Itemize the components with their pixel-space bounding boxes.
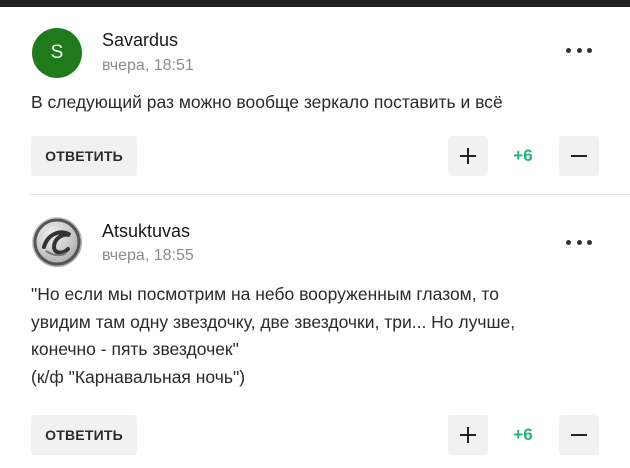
comment-author[interactable]: Atsuktuvas [102,221,190,242]
comment-text-line: конечно - пять звездочек" [31,339,239,359]
avatar-letter: S [50,42,64,63]
plus-icon [460,427,476,443]
comment-text-line: увидим там одну звездочку, две звездочки… [31,311,516,332]
comment-author[interactable]: Savardus [102,30,178,51]
comment-time: вчера, 18:55 [102,247,194,264]
comment-text: "Но если мы посмотрим на небо вооруженны… [31,281,591,391]
upvote-button[interactable] [448,136,488,176]
reply-button[interactable]: ОТВЕТИТЬ [31,136,137,176]
comment: S Savardus вчера, 18:51 В следующий раз … [0,7,630,194]
comment-text-line: "Но если мы посмотрим на небо вооруженны… [31,284,499,304]
avatar[interactable] [32,217,82,267]
vote-score: +6 [513,425,533,444]
more-icon[interactable] [566,45,592,55]
downvote-button[interactable] [559,136,599,176]
vote-score: +6 [513,146,533,165]
downvote-button[interactable] [559,415,599,455]
minus-icon [571,434,587,436]
reply-button[interactable]: ОТВЕТИТЬ [31,415,137,455]
more-icon[interactable] [566,237,592,247]
comment-text-line: В следующий раз можно вообще зеркало пос… [31,92,503,112]
top-bar [0,0,630,7]
comment-time: вчера, 18:51 [102,57,194,74]
minus-icon [571,155,587,157]
upvote-button[interactable] [448,415,488,455]
comment: Atsuktuvas вчера, 18:55 "Но если мы посм… [0,195,630,468]
plus-icon [460,148,476,164]
comment-text-line: (к/ф "Карнавальная ночь") [31,366,246,387]
avatar[interactable]: S [32,28,82,78]
logo-avatar-icon [33,218,81,266]
comment-text: В следующий раз можно вообще зеркало пос… [31,89,591,117]
